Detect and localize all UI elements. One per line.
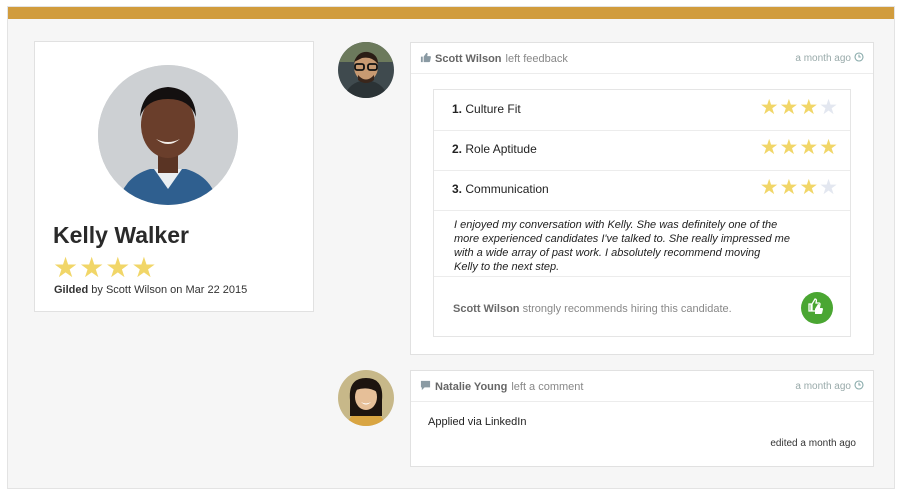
- comment-header-text: Natalie Young left a comment: [420, 380, 583, 394]
- rating-stars: ★ ★ ★ ★: [760, 177, 838, 198]
- rating-label-text: Role Aptitude: [465, 142, 537, 156]
- feedback-ratings-box: 1. Culture Fit ★ ★ ★ ★ 2. Role Aptitude ★ ★ ★…: [433, 89, 851, 337]
- star-empty-icon: ★: [819, 96, 838, 119]
- recommendation-row: Scott Wilson strongly recommends hiring …: [434, 276, 850, 337]
- rating-label: 1. Culture Fit: [452, 102, 521, 116]
- clock-icon: [854, 380, 864, 393]
- star-filled-icon: ★: [779, 136, 799, 159]
- recommendation-author[interactable]: Scott Wilson: [453, 303, 520, 315]
- star-filled-icon: ★: [105, 252, 131, 283]
- candidate-name: Kelly Walker: [53, 222, 189, 248]
- rating-label-text: Communication: [465, 182, 549, 196]
- rating-row-communication: 3. Communication ★ ★ ★ ★: [434, 170, 850, 211]
- star-filled-icon: ★: [131, 252, 157, 283]
- feedback-time-text: a month ago: [795, 53, 851, 64]
- star-filled-icon: ★: [779, 96, 799, 119]
- rating-label: 3. Communication: [452, 182, 549, 196]
- top-accent-bar: [8, 7, 894, 19]
- star-filled-icon: ★: [79, 252, 105, 283]
- comment-action: left a comment: [511, 381, 584, 393]
- feedback-comment: I enjoyed my conversation with Kelly. Sh…: [454, 218, 834, 274]
- rating-label-text: Culture Fit: [465, 102, 521, 116]
- gilded-label: Gilded: [54, 284, 89, 296]
- rating-number: 1.: [452, 102, 463, 116]
- feedback-action: left feedback: [505, 53, 568, 65]
- feedback-author[interactable]: Scott Wilson: [435, 53, 502, 65]
- rating-stars: ★ ★ ★ ★: [760, 97, 838, 118]
- comment-timestamp: a month ago: [795, 380, 864, 393]
- comment-author[interactable]: Natalie Young: [435, 381, 507, 393]
- star-filled-icon: ★: [799, 96, 819, 119]
- candidate-profile-card: Kelly Walker ★ ★ ★ ★ Gilded by Scott Wilson…: [34, 41, 314, 312]
- star-filled-icon: ★: [759, 176, 779, 199]
- commenter-avatar[interactable]: [338, 370, 394, 426]
- star-filled-icon: ★: [819, 136, 838, 159]
- comment-line: I enjoyed my conversation with Kelly. Sh…: [454, 219, 778, 231]
- feedback-card: Scott Wilson left feedback a month ago 1…: [410, 42, 874, 355]
- edited-indicator: edited a month ago: [770, 438, 856, 449]
- recommendation-message: strongly recommends hiring this candidat…: [522, 303, 732, 315]
- star-filled-icon: ★: [759, 136, 779, 159]
- star-empty-icon: ★: [819, 176, 838, 199]
- rating-row-role-aptitude: 2. Role Aptitude ★ ★ ★ ★: [434, 130, 850, 171]
- rating-number: 2.: [452, 142, 463, 156]
- comment-line: more experienced candidates I've talked …: [454, 233, 790, 245]
- comment-line: Kelly to the next step.: [454, 261, 560, 273]
- gilded-details: by Scott Wilson on Mar 22 2015: [91, 284, 248, 296]
- gilded-info: Gilded by Scott Wilson on Mar 22 2015: [54, 284, 247, 296]
- clock-icon: [854, 52, 864, 65]
- candidate-avatar[interactable]: [98, 65, 238, 205]
- comment-body: Applied via LinkedIn: [428, 416, 527, 428]
- rating-stars: ★ ★ ★ ★: [760, 137, 838, 158]
- reviewer-avatar[interactable]: [338, 42, 394, 98]
- rating-label: 2. Role Aptitude: [452, 142, 537, 156]
- rating-row-culture-fit: 1. Culture Fit ★ ★ ★ ★: [434, 90, 850, 131]
- comment-card-header: Natalie Young left a comment a month ago: [411, 371, 873, 402]
- candidate-rating-stars: ★ ★ ★ ★: [53, 254, 156, 282]
- app-frame: Kelly Walker ★ ★ ★ ★ Gilded by Scott Wilson…: [7, 6, 895, 489]
- thumbs-up-icon: [420, 52, 431, 66]
- star-filled-icon: ★: [779, 176, 799, 199]
- thumbs-up-double-icon: [807, 296, 827, 321]
- speech-bubble-icon: [420, 380, 431, 394]
- recommendation-text: Scott Wilson strongly recommends hiring …: [453, 303, 732, 315]
- feedback-card-header: Scott Wilson left feedback a month ago: [411, 43, 873, 74]
- comment-card: Natalie Young left a comment a month ago…: [410, 370, 874, 467]
- strong-recommend-badge: [801, 292, 833, 324]
- star-filled-icon: ★: [53, 252, 79, 283]
- comment-line: with a wide array of past work. I absolu…: [454, 247, 761, 259]
- star-filled-icon: ★: [759, 96, 779, 119]
- star-filled-icon: ★: [799, 176, 819, 199]
- comment-time-text: a month ago: [795, 381, 851, 392]
- star-filled-icon: ★: [799, 136, 819, 159]
- rating-number: 3.: [452, 182, 463, 196]
- feedback-header-text: Scott Wilson left feedback: [420, 52, 568, 66]
- feedback-timestamp: a month ago: [795, 52, 864, 65]
